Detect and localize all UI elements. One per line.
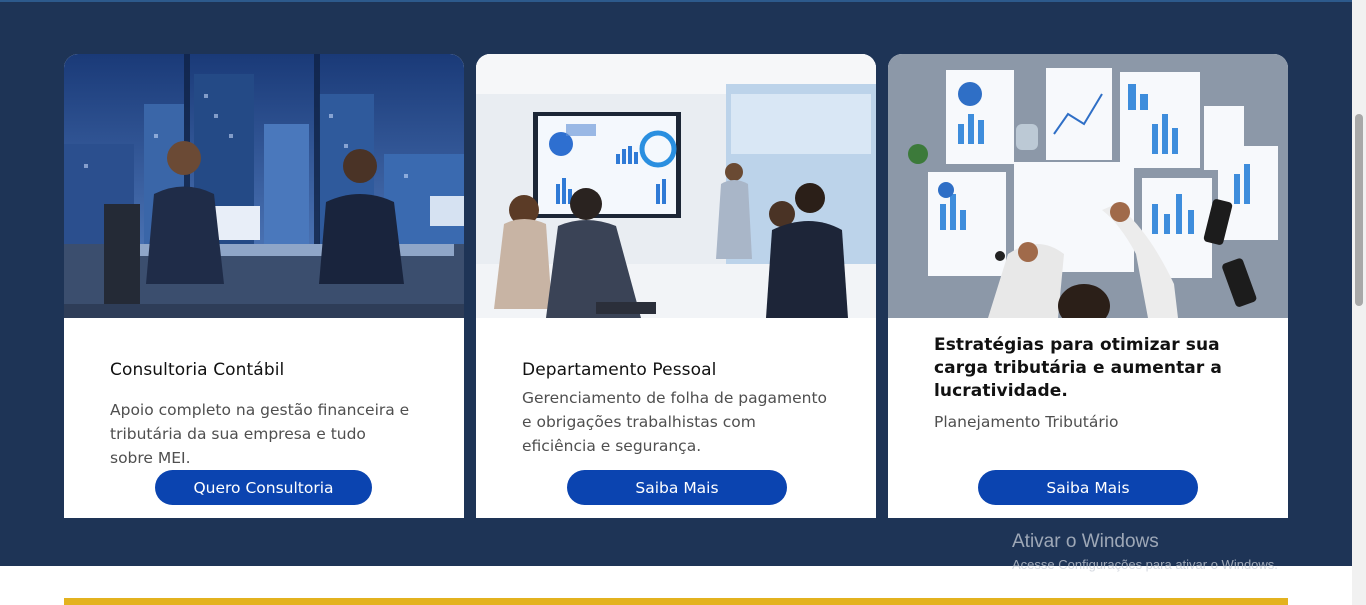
watermark-subtitle: Acesse Configurações para ativar o Windo… [1012, 557, 1278, 572]
service-card-consultoria: Consultoria Contábil Apoio completo na g… [64, 54, 464, 518]
card-title: Estratégias para otimizar sua carga trib… [934, 335, 1222, 401]
office-meeting-photo [64, 54, 464, 318]
card-description: Planejamento Tributário [934, 413, 1119, 431]
windows-activation-watermark: Ativar o Windows Acesse Configurações pa… [1012, 531, 1278, 572]
saiba-mais-button[interactable]: Saiba Mais [567, 470, 787, 505]
top-border [0, 0, 1352, 2]
quero-consultoria-button[interactable]: Quero Consultoria [155, 470, 372, 505]
watermark-title: Ativar o Windows [1012, 531, 1159, 552]
services-section: Consultoria Contábil Apoio completo na g… [0, 0, 1352, 566]
saiba-mais-button[interactable]: Saiba Mais [978, 470, 1198, 505]
presentation-photo [476, 54, 876, 318]
card-description: Gerenciamento de folha de pagamento e ob… [522, 389, 828, 455]
accent-bar [64, 598, 1288, 605]
charts-desk-photo [888, 54, 1288, 318]
scrollbar-thumb[interactable] [1355, 114, 1363, 306]
card-title: Departamento Pessoal [522, 360, 717, 380]
card-description: Apoio completo na gestão financeira e tr… [110, 401, 410, 467]
service-card-planejamento-tributario: Estratégias para otimizar sua carga trib… [888, 54, 1288, 518]
service-card-departamento-pessoal: Departamento Pessoal Gerenciamento de fo… [476, 54, 876, 518]
vertical-scrollbar[interactable] [1352, 0, 1366, 605]
card-title: Consultoria Contábil [110, 360, 285, 380]
